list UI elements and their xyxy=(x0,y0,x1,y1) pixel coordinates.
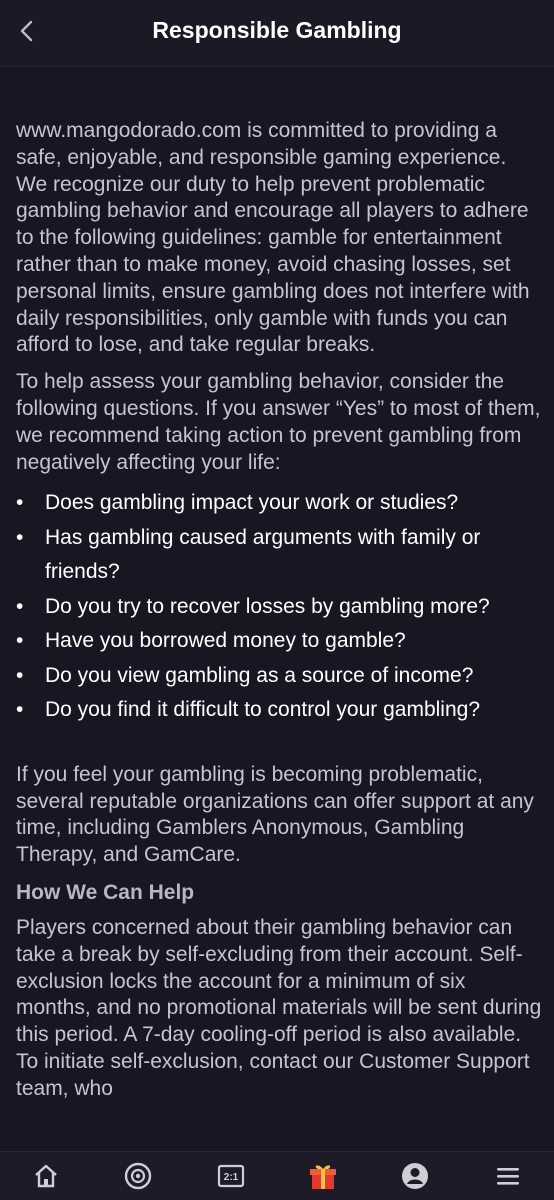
nav-promotions[interactable] xyxy=(303,1156,343,1196)
nav-sports[interactable]: 2:1 xyxy=(211,1156,251,1196)
nav-menu[interactable] xyxy=(488,1156,528,1196)
page-title: Responsible Gambling xyxy=(152,16,402,43)
svg-text:2:1: 2:1 xyxy=(224,1172,239,1183)
nav-profile[interactable] xyxy=(395,1156,435,1196)
assess-paragraph: To help assess your gambling behavior, c… xyxy=(16,370,541,474)
section-heading: How We Can Help xyxy=(16,881,195,905)
list-item: • Do you try to recover losses by gamblin… xyxy=(16,594,490,618)
scoreboard-icon: 2:1 xyxy=(217,1164,244,1188)
casino-chip-icon xyxy=(125,1162,152,1190)
bottom-navigation: 2:1 xyxy=(0,1151,554,1200)
menu-icon xyxy=(496,1168,519,1185)
list-item: • Has gambling caused arguments with fami… xyxy=(16,525,481,584)
list-item: • Does gambling impact your work or studi… xyxy=(16,491,459,515)
help-paragraph: Players concerned about their gambling b… xyxy=(16,916,542,1100)
back-button[interactable] xyxy=(10,14,44,48)
top-bar: Responsible Gambling xyxy=(0,0,554,67)
list-item: • Do you view gambling as a source of inc… xyxy=(16,663,474,687)
home-icon xyxy=(35,1164,57,1188)
list-item: • Have you borrowed money to gamble? xyxy=(16,629,406,653)
intro-paragraph: www.mangodorado.com is committed to prov… xyxy=(16,119,530,357)
policy-content: www.mangodorado.com is committed to prov… xyxy=(16,118,542,1113)
gift-icon xyxy=(310,1165,337,1189)
profile-icon xyxy=(402,1163,429,1189)
questions-list: • Does gambling impact your work or studi… xyxy=(16,486,542,728)
nav-casino[interactable] xyxy=(118,1156,158,1196)
nav-home[interactable] xyxy=(26,1156,66,1196)
chevron-left-icon xyxy=(20,20,33,42)
list-item: • Do you find it difficult to control you… xyxy=(16,698,481,722)
support-paragraph: If you feel your gambling is becoming pr… xyxy=(16,762,534,867)
